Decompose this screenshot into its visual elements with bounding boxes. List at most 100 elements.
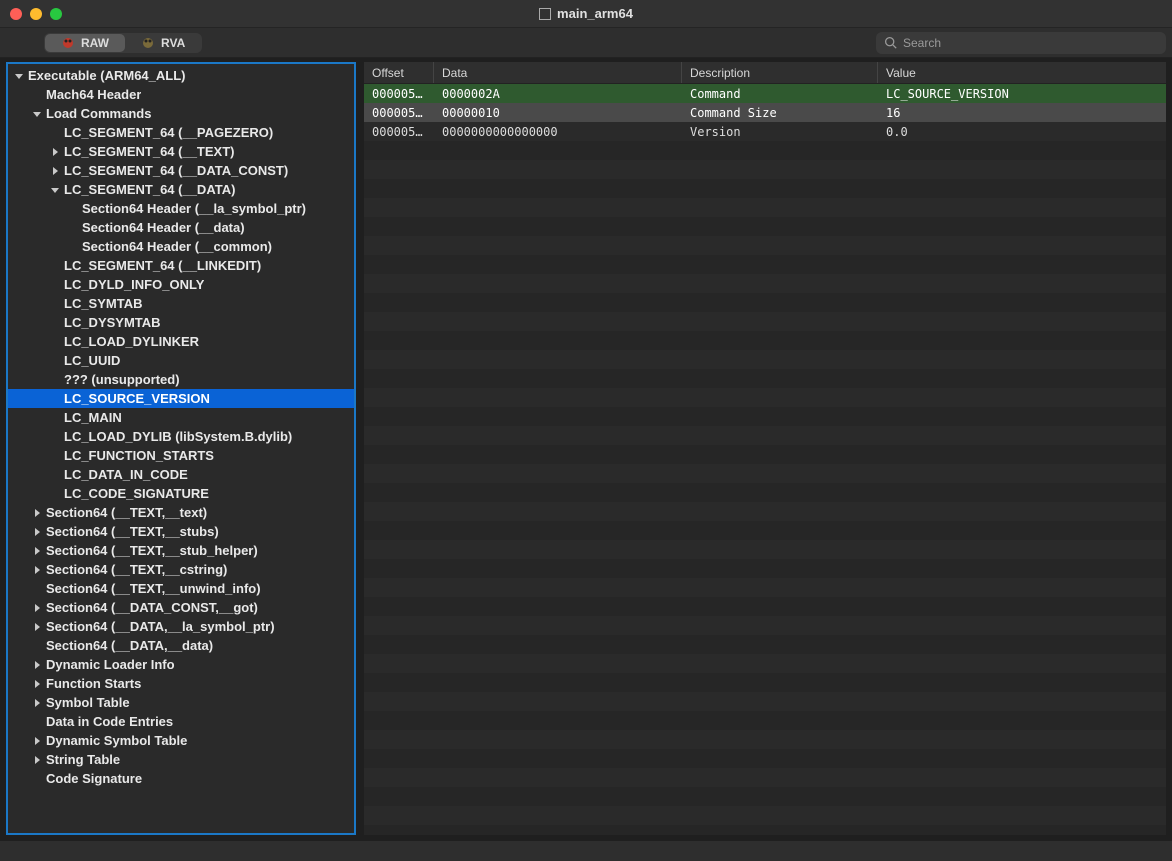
tab-rva[interactable]: RVA	[125, 34, 201, 52]
table-row[interactable]: 0000054C00000010Command Size16	[364, 103, 1166, 122]
tree-item[interactable]: Section64 Header (__la_symbol_ptr)	[8, 199, 354, 218]
cell-desc: Command Size	[682, 106, 878, 120]
tree-item-label: Section64 Header (__la_symbol_ptr)	[82, 201, 306, 216]
tree-item[interactable]: Section64 (__DATA,__data)	[8, 636, 354, 655]
chevron-right-icon[interactable]	[30, 506, 44, 520]
chevron-right-icon[interactable]	[30, 734, 44, 748]
tree-item[interactable]: LC_SEGMENT_64 (__DATA)	[8, 180, 354, 199]
rva-icon	[141, 36, 155, 50]
col-header-desc[interactable]: Description	[682, 62, 878, 83]
chevron-down-icon[interactable]	[12, 69, 26, 83]
grid-body[interactable]: 000005480000002ACommandLC_SOURCE_VERSION…	[364, 84, 1166, 835]
tree-item[interactable]: Mach64 Header	[8, 85, 354, 104]
chevron-right-icon[interactable]	[30, 677, 44, 691]
tree-item-label: LC_SEGMENT_64 (__TEXT)	[64, 144, 235, 159]
chevron-right-icon[interactable]	[48, 145, 62, 159]
table-row[interactable]: 000005480000002ACommandLC_SOURCE_VERSION	[364, 84, 1166, 103]
tree-item[interactable]: Section64 (__TEXT,__stubs)	[8, 522, 354, 541]
chevron-right-icon[interactable]	[30, 601, 44, 615]
tree-item[interactable]: ??? (unsupported)	[8, 370, 354, 389]
minimize-button[interactable]	[30, 8, 42, 20]
col-header-value[interactable]: Value	[878, 62, 1166, 83]
sidebar-tree[interactable]: Executable (ARM64_ALL) Mach64 HeaderLoad …	[6, 62, 356, 835]
chevron-right-icon[interactable]	[30, 696, 44, 710]
tree-item[interactable]: Section64 Header (__common)	[8, 237, 354, 256]
cell-value: 0.0	[878, 125, 1166, 139]
tree-item[interactable]: Section64 (__TEXT,__stub_helper)	[8, 541, 354, 560]
tree-item[interactable]: Load Commands	[8, 104, 354, 123]
chevron-right-icon[interactable]	[30, 753, 44, 767]
tree-item-label: LC_SYMTAB	[64, 296, 142, 311]
tab-rva-label: RVA	[161, 36, 185, 50]
cell-value: LC_SOURCE_VERSION	[878, 87, 1166, 101]
search-input[interactable]	[903, 36, 1158, 50]
tree-item[interactable]: LC_DATA_IN_CODE	[8, 465, 354, 484]
tree-item-label: LC_DYLD_INFO_ONLY	[64, 277, 204, 292]
table-row[interactable]: 000005500000000000000000Version0.0	[364, 122, 1166, 141]
tree-item[interactable]: Dynamic Symbol Table	[8, 731, 354, 750]
tree-item[interactable]: LC_LOAD_DYLIB (libSystem.B.dylib)	[8, 427, 354, 446]
chevron-right-icon[interactable]	[48, 164, 62, 178]
tree-item[interactable]: Section64 Header (__data)	[8, 218, 354, 237]
tree-item-label: Symbol Table	[46, 695, 130, 710]
tree-item[interactable]: LC_FUNCTION_STARTS	[8, 446, 354, 465]
tree-item[interactable]: LC_SYMTAB	[8, 294, 354, 313]
tree-item-label: Section64 Header (__data)	[82, 220, 245, 235]
tree-item[interactable]: Section64 (__DATA_CONST,__got)	[8, 598, 354, 617]
tree-item[interactable]: LC_LOAD_DYLINKER	[8, 332, 354, 351]
chevron-down-icon[interactable]	[48, 183, 62, 197]
tree-item[interactable]: Symbol Table	[8, 693, 354, 712]
chevron-down-icon[interactable]	[30, 107, 44, 121]
tree-item[interactable]: Code Signature	[8, 769, 354, 788]
tree-item[interactable]: LC_SEGMENT_64 (__TEXT)	[8, 142, 354, 161]
chevron-right-icon[interactable]	[30, 544, 44, 558]
tree-item-label: LC_SEGMENT_64 (__DATA_CONST)	[64, 163, 288, 178]
data-pane: Offset Data Description Value 0000054800…	[364, 62, 1166, 835]
col-header-offset[interactable]: Offset	[364, 62, 434, 83]
tree-item-label: Section64 (__DATA,__la_symbol_ptr)	[46, 619, 275, 634]
tree-item-label: Section64 (__DATA,__data)	[46, 638, 213, 653]
tree-item-label: LC_UUID	[64, 353, 120, 368]
maximize-button[interactable]	[50, 8, 62, 20]
tree-item[interactable]: Section64 (__DATA,__la_symbol_ptr)	[8, 617, 354, 636]
tree-item[interactable]: Section64 (__TEXT,__unwind_info)	[8, 579, 354, 598]
tree-item[interactable]: Section64 (__TEXT,__cstring)	[8, 560, 354, 579]
cell-value: 16	[878, 106, 1166, 120]
tree-item[interactable]: LC_CODE_SIGNATURE	[8, 484, 354, 503]
cell-offset: 00000550	[364, 125, 434, 139]
tab-raw[interactable]: RAW	[45, 34, 125, 52]
cell-desc: Command	[682, 87, 878, 101]
tree-item[interactable]: LC_DYLD_INFO_ONLY	[8, 275, 354, 294]
tree-item[interactable]: LC_SEGMENT_64 (__LINKEDIT)	[8, 256, 354, 275]
chevron-right-icon[interactable]	[30, 620, 44, 634]
tree-item[interactable]: Section64 (__TEXT,__text)	[8, 503, 354, 522]
tree-item-label: LC_FUNCTION_STARTS	[64, 448, 214, 463]
tree-item[interactable]: Data in Code Entries	[8, 712, 354, 731]
tree-item-label: Section64 (__TEXT,__stubs)	[46, 524, 219, 539]
tree-item-label: LC_SEGMENT_64 (__PAGEZERO)	[64, 125, 273, 140]
raw-icon	[61, 36, 75, 50]
tree-item-label: Data in Code Entries	[46, 714, 173, 729]
tab-raw-label: RAW	[81, 36, 109, 50]
tree-item-label: Section64 (__TEXT,__stub_helper)	[46, 543, 258, 558]
tree-item[interactable]: String Table	[8, 750, 354, 769]
chevron-right-icon[interactable]	[30, 525, 44, 539]
tree-item[interactable]: LC_SEGMENT_64 (__DATA_CONST)	[8, 161, 354, 180]
col-header-data[interactable]: Data	[434, 62, 682, 83]
search-field[interactable]	[876, 32, 1166, 54]
app-window: main_arm64 RAW RVA	[0, 0, 1172, 861]
close-button[interactable]	[10, 8, 22, 20]
tree-item[interactable]: LC_UUID	[8, 351, 354, 370]
tree-item[interactable]: Executable (ARM64_ALL)	[8, 66, 354, 85]
tree-item[interactable]: LC_DYSYMTAB	[8, 313, 354, 332]
tree-item-label: Executable (ARM64_ALL)	[28, 68, 185, 83]
tree-item-label: Section64 (__TEXT,__text)	[46, 505, 207, 520]
chevron-right-icon[interactable]	[30, 658, 44, 672]
tree-item-label: LC_MAIN	[64, 410, 122, 425]
tree-item[interactable]: LC_MAIN	[8, 408, 354, 427]
tree-item[interactable]: Dynamic Loader Info	[8, 655, 354, 674]
tree-item[interactable]: LC_SEGMENT_64 (__PAGEZERO)	[8, 123, 354, 142]
tree-item[interactable]: Function Starts	[8, 674, 354, 693]
chevron-right-icon[interactable]	[30, 563, 44, 577]
tree-item[interactable]: LC_SOURCE_VERSION	[8, 389, 354, 408]
